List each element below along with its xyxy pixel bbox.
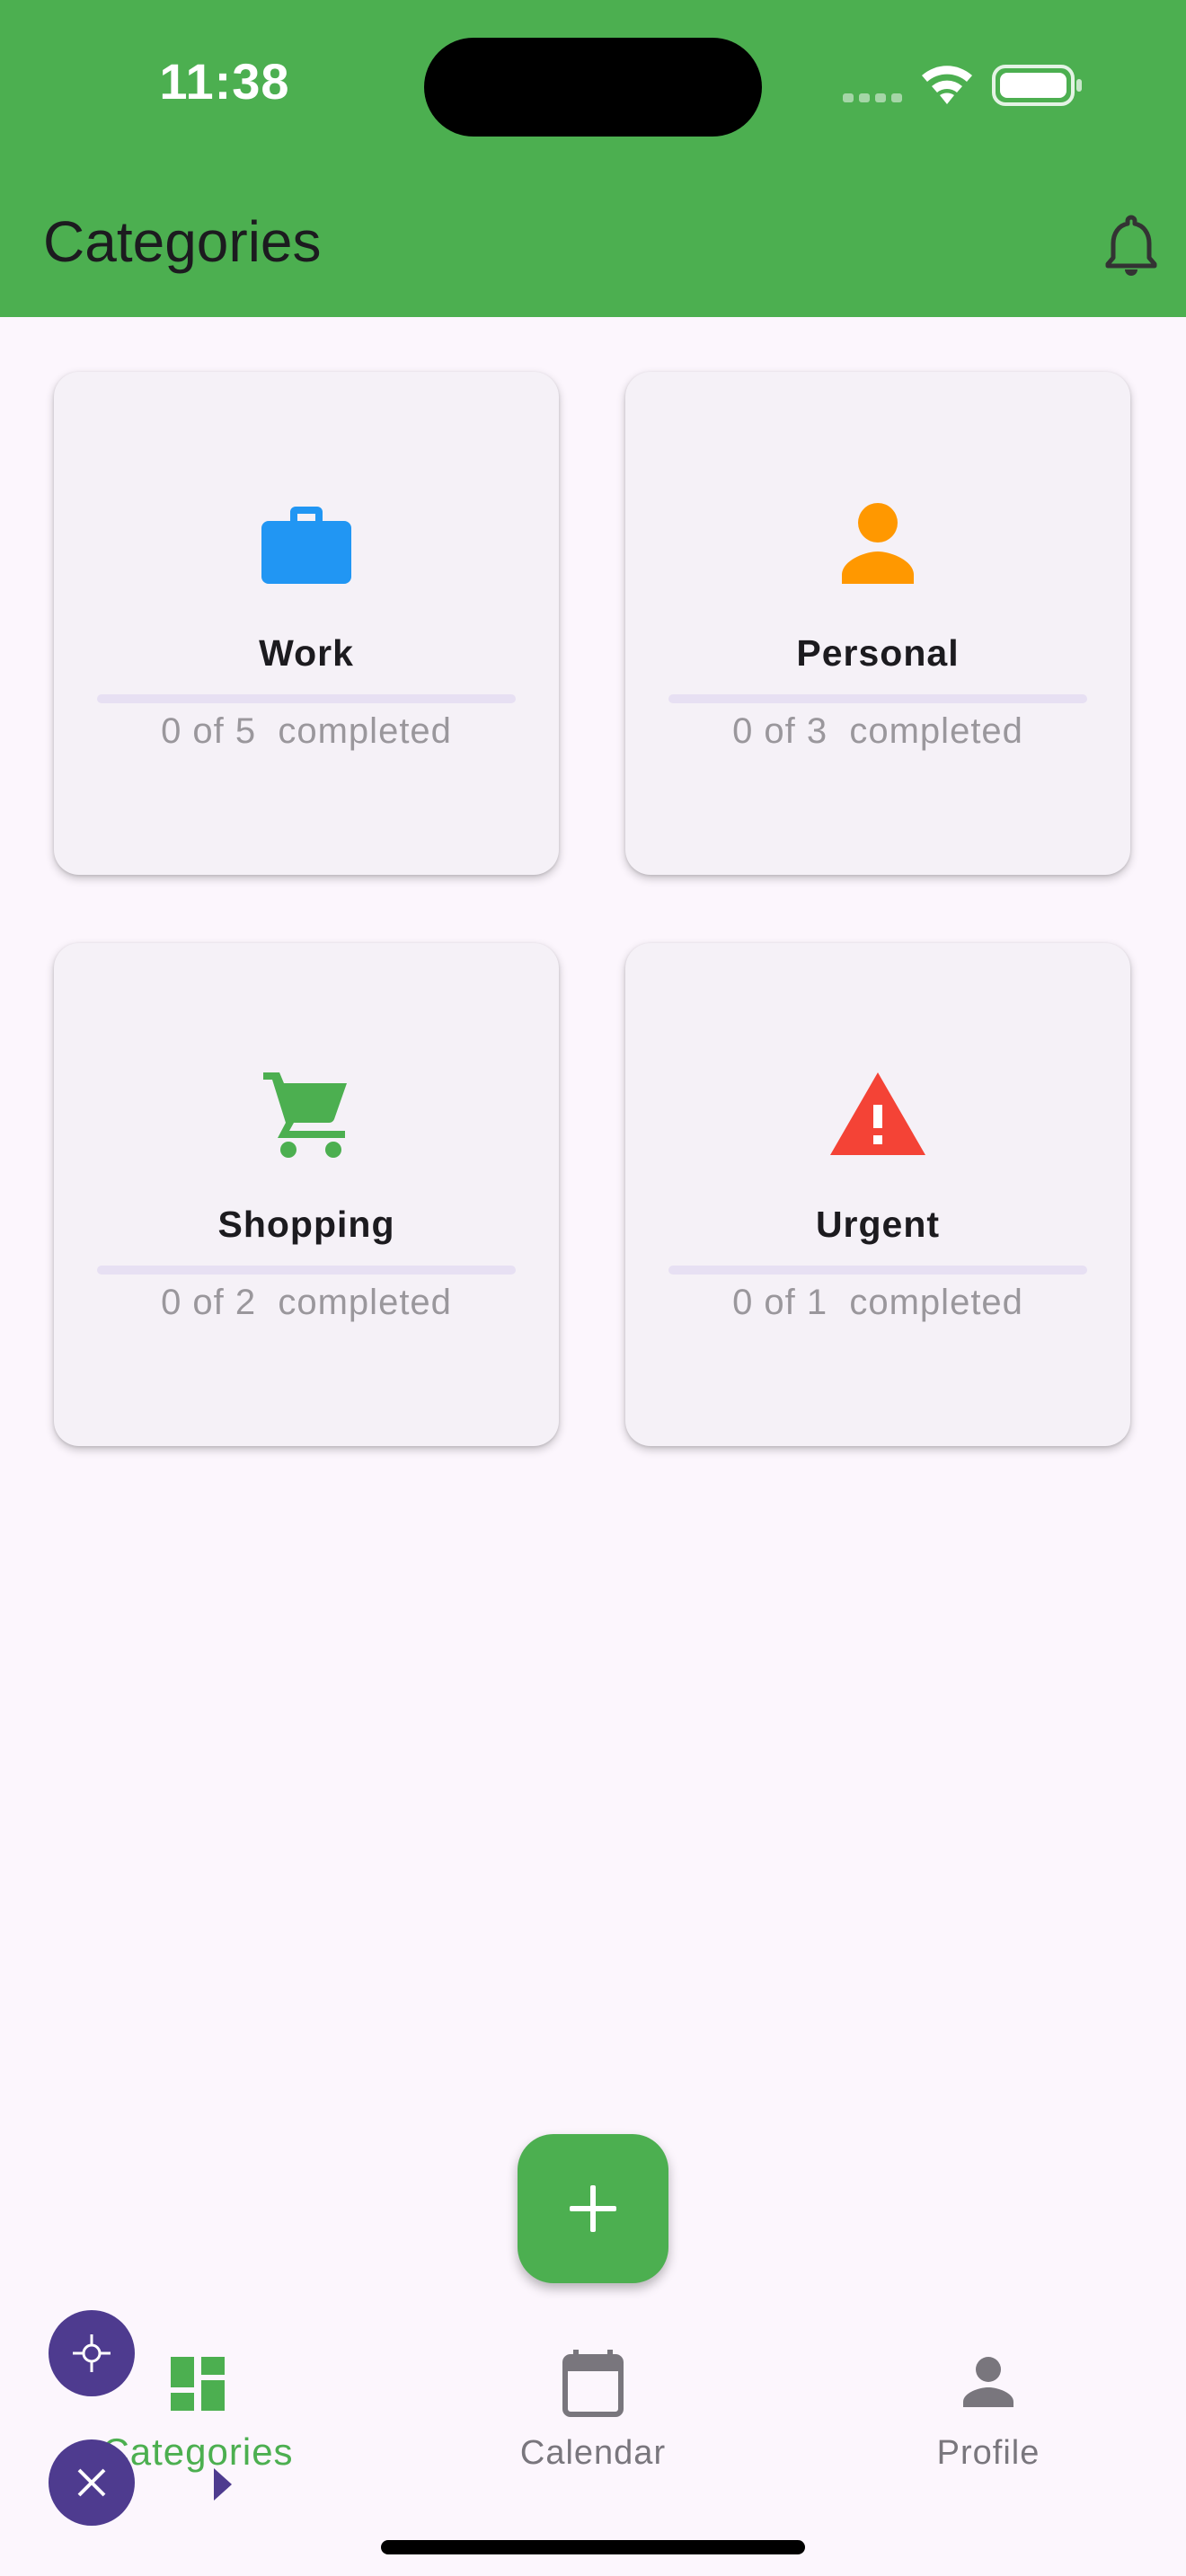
progress-bar [668,1266,1087,1275]
nav-item-profile[interactable]: Profile [854,2339,1123,2483]
person-icon [842,503,914,584]
shopping-cart-icon [263,1072,347,1158]
app-bar: 11:38 Categories [0,0,1186,317]
category-name: Personal [796,632,960,674]
progress-bar [97,694,516,703]
dashboard-icon [171,2357,225,2411]
nav-label: Calendar [519,2434,667,2472]
category-name: Work [259,632,354,674]
add-category-button[interactable] [518,2134,668,2283]
status-icons [843,65,1082,106]
nav-label: Profile [936,2434,1040,2472]
nav-item-calendar[interactable]: Calendar [458,2339,728,2483]
progress-text: 0 of 1 completed [732,1283,1023,1322]
close-debug-button[interactable] [49,2439,135,2526]
category-name: Urgent [815,1204,941,1245]
progress-bar [97,1266,516,1275]
crosshair-icon [73,2334,111,2372]
category-card-urgent[interactable]: Urgent 0 of 1 completed [625,943,1130,1446]
person-icon [963,2357,1013,2407]
warning-icon [830,1072,925,1155]
progress-text: 0 of 3 completed [732,711,1023,751]
category-card-shopping[interactable]: Shopping 0 of 2 completed [54,943,559,1446]
plus-icon [570,2185,616,2232]
bell-icon[interactable] [1102,212,1161,277]
status-time: 11:38 [159,53,290,110]
category-card-work[interactable]: Work 0 of 5 completed [54,372,559,875]
progress-text: 0 of 2 completed [161,1283,452,1322]
play-arrow-icon[interactable] [212,2466,234,2502]
category-card-personal[interactable]: Personal 0 of 3 completed [625,372,1130,875]
home-indicator [381,2540,805,2554]
category-name: Shopping [217,1204,395,1245]
dynamic-island [424,38,762,137]
briefcase-icon [261,507,351,584]
page-title: Categories [43,209,322,274]
battery-icon [992,65,1082,106]
calendar-icon [562,2350,624,2417]
widget-select-button[interactable] [49,2310,135,2396]
wifi-icon [922,66,972,104]
close-icon [77,2468,106,2497]
progress-text: 0 of 5 completed [161,711,452,751]
progress-bar [668,694,1087,703]
cellular-signal-icon [843,93,902,102]
